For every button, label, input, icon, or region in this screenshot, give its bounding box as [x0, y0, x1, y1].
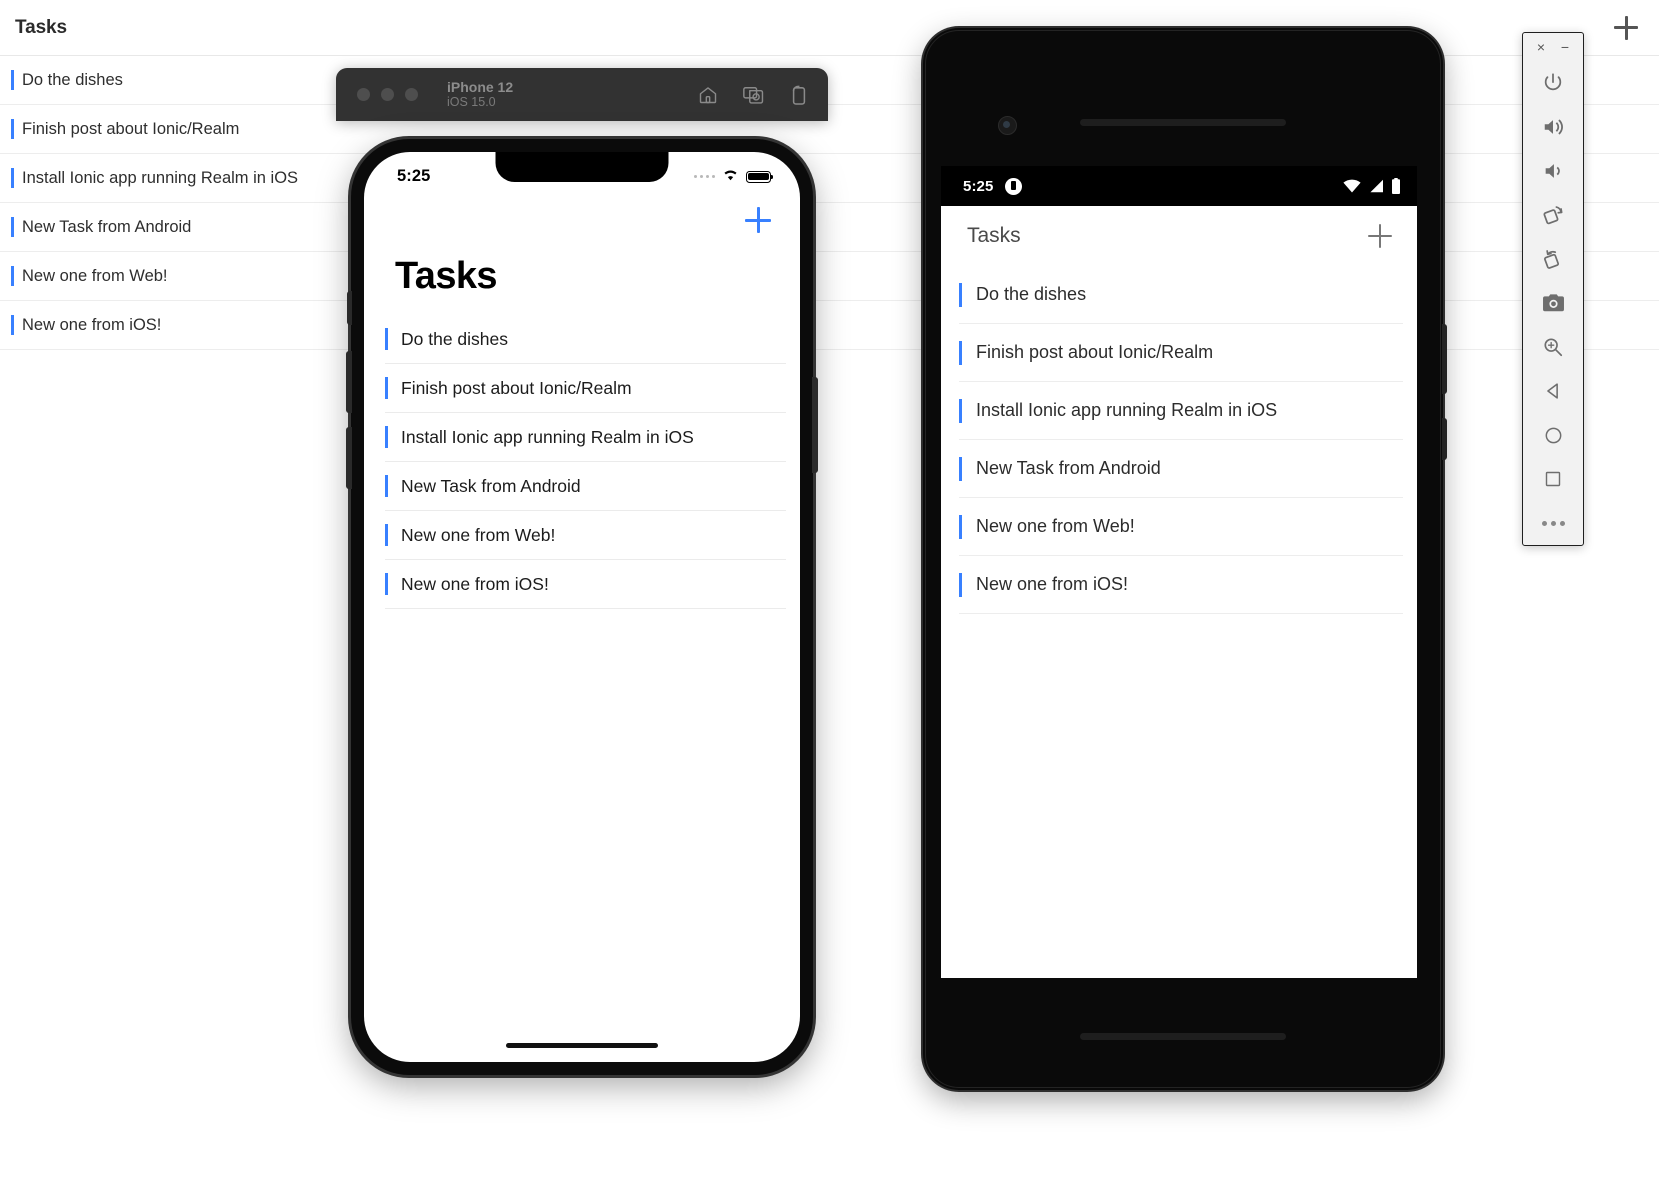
rotate-left-icon[interactable] — [1523, 193, 1583, 237]
android-emulator-window: 5:25 Tasks Do the dishes Finish post abo… — [923, 28, 1447, 1090]
power-button[interactable] — [1442, 418, 1447, 460]
android-status-icons — [1343, 178, 1401, 194]
list-item[interactable]: New one from iOS! — [385, 560, 786, 609]
volume-up-button[interactable] — [346, 351, 352, 413]
ios-status-icons — [693, 168, 774, 186]
plus-icon — [1614, 15, 1638, 40]
earpiece-speaker — [1080, 119, 1286, 126]
maximize-icon[interactable] — [405, 88, 418, 101]
power-button[interactable] — [1523, 61, 1583, 105]
list-item[interactable]: New one from iOS! — [959, 556, 1403, 614]
ios-add-task-button[interactable] — [741, 203, 775, 237]
iphone-screen: 5:25 Tasks Do the dishes Finish post abo… — [364, 152, 800, 1062]
android-app-bar: Tasks — [941, 206, 1417, 266]
android-status-bar: 5:25 — [941, 166, 1417, 206]
list-item[interactable]: New one from Web! — [959, 498, 1403, 556]
wifi-icon — [1343, 179, 1361, 193]
android-add-task-button[interactable] — [1365, 221, 1395, 251]
notch — [495, 152, 669, 182]
plus-icon — [745, 207, 771, 233]
emulator-window-controls: × − — [1523, 33, 1583, 61]
android-screen: 5:25 Tasks Do the dishes Finish post abo… — [941, 166, 1417, 978]
ios-toolbar — [364, 197, 800, 255]
android-device-frame: 5:25 Tasks Do the dishes Finish post abo… — [923, 28, 1447, 1090]
rotate-icon[interactable] — [790, 85, 808, 105]
volume-up-icon[interactable] — [1523, 105, 1583, 149]
battery-icon — [1391, 178, 1401, 194]
battery-icon — [746, 170, 774, 183]
list-item[interactable]: New Task from Android — [385, 462, 786, 511]
android-status-left: 5:25 — [963, 177, 1023, 195]
ios-status-time: 5:25 — [397, 167, 431, 185]
list-item[interactable]: Finish post about Ionic/Realm — [385, 364, 786, 413]
close-button[interactable]: × — [1533, 40, 1549, 54]
list-item[interactable]: Do the dishes — [959, 266, 1403, 324]
cell-signal-icon — [1368, 179, 1384, 193]
plus-icon — [1368, 224, 1392, 248]
home-icon[interactable] — [1523, 413, 1583, 457]
more-icon[interactable] — [1523, 501, 1583, 545]
wifi-icon — [722, 168, 739, 186]
android-page-title: Tasks — [967, 224, 1021, 247]
front-camera — [998, 116, 1017, 135]
volume-button[interactable] — [1442, 324, 1447, 394]
list-item[interactable]: Finish post about Ionic/Realm — [959, 324, 1403, 382]
rotate-right-icon[interactable] — [1523, 237, 1583, 281]
simulator-device-info: iPhone 12 iOS 15.0 — [447, 79, 513, 110]
bottom-speaker — [1080, 1033, 1286, 1040]
ios-page-title: Tasks — [395, 255, 498, 297]
simulator-device-name: iPhone 12 — [447, 78, 514, 95]
volume-down-button[interactable] — [346, 427, 352, 489]
power-button[interactable] — [812, 377, 818, 473]
ios-simulator-window: iPhone 12 iOS 15.0 5:25 Tasks Do the dis… — [336, 68, 828, 1078]
notification-icon — [1005, 177, 1023, 195]
back-icon[interactable] — [1523, 369, 1583, 413]
mute-switch[interactable] — [347, 291, 352, 325]
ios-task-list: Do the dishes Finish post about Ionic/Re… — [364, 315, 800, 609]
home-indicator[interactable] — [506, 1042, 658, 1048]
simulator-titlebar: iPhone 12 iOS 15.0 — [336, 68, 828, 121]
close-icon[interactable] — [357, 88, 370, 101]
list-item[interactable]: New one from Web! — [385, 511, 786, 560]
more-dots — [1541, 520, 1565, 526]
android-task-list: Do the dishes Finish post about Ionic/Re… — [941, 266, 1417, 614]
camera-icon[interactable] — [1523, 281, 1583, 325]
list-item[interactable]: Install Ionic app running Realm in iOS — [959, 382, 1403, 440]
home-icon[interactable] — [698, 85, 718, 105]
list-item[interactable]: Do the dishes — [385, 315, 786, 364]
window-controls[interactable] — [357, 88, 418, 101]
recents-icon[interactable] — [1523, 457, 1583, 501]
screenshot-icon[interactable] — [743, 85, 765, 104]
emulator-side-toolbar: × − — [1522, 32, 1584, 546]
simulator-toolbar-icons — [698, 85, 808, 105]
android-status-time: 5:25 — [963, 177, 994, 195]
minimize-button[interactable]: − — [1557, 40, 1573, 54]
iphone-device-frame: 5:25 Tasks Do the dishes Finish post abo… — [346, 139, 818, 1075]
web-add-task-button[interactable] — [1611, 13, 1641, 43]
page-title: Tasks — [15, 16, 67, 38]
simulator-os-version: iOS 15.0 — [447, 95, 496, 110]
list-item[interactable]: Install Ionic app running Realm in iOS — [385, 413, 786, 462]
zoom-icon[interactable] — [1523, 325, 1583, 369]
signal-dots-icon — [693, 174, 715, 179]
volume-down-icon[interactable] — [1523, 149, 1583, 193]
minimize-icon[interactable] — [381, 88, 394, 101]
list-item[interactable]: New Task from Android — [959, 440, 1403, 498]
